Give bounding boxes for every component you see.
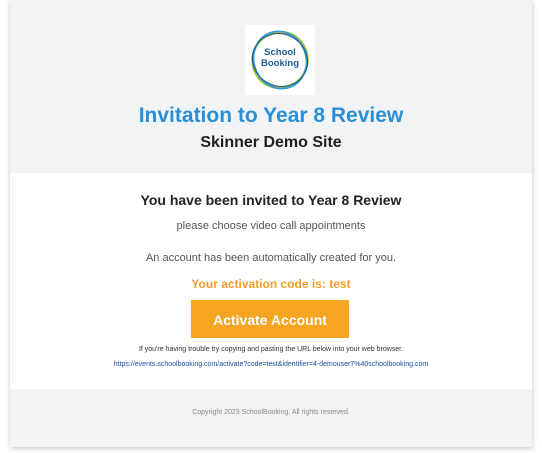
- logo-line-1: School: [264, 47, 296, 58]
- site-name: Skinner Demo Site: [200, 134, 342, 151]
- logo-line-2: Booking: [261, 58, 299, 69]
- schoolbooking-logo: School Booking: [245, 25, 315, 95]
- choose-appointments-text: please choose video call appointments: [176, 220, 366, 232]
- account-created-text: An account has been automatically create…: [145, 252, 397, 264]
- activation-url-link[interactable]: https://events.schoolbooking.com/activat…: [10, 361, 532, 368]
- email-card: School Booking Invitation to Year 8 Revi…: [10, 0, 532, 447]
- invited-heading: You have been invited to Year 8 Review: [140, 192, 402, 208]
- copyright-text: Copyright 2023 SchoolBooking. All rights…: [192, 409, 350, 416]
- logo-wordmark: School Booking: [245, 47, 315, 69]
- activation-code-text: Your activation code is: test: [191, 277, 351, 291]
- email-footer: Copyright 2023 SchoolBooking. All rights…: [10, 389, 532, 447]
- activate-account-button[interactable]: Activate Account: [191, 300, 349, 338]
- invitation-title: Invitation to Year 8 Review: [138, 104, 404, 127]
- url-trouble-text: If you're having trouble try copying and…: [138, 346, 404, 353]
- email-header: School Booking Invitation to Year 8 Revi…: [10, 0, 532, 173]
